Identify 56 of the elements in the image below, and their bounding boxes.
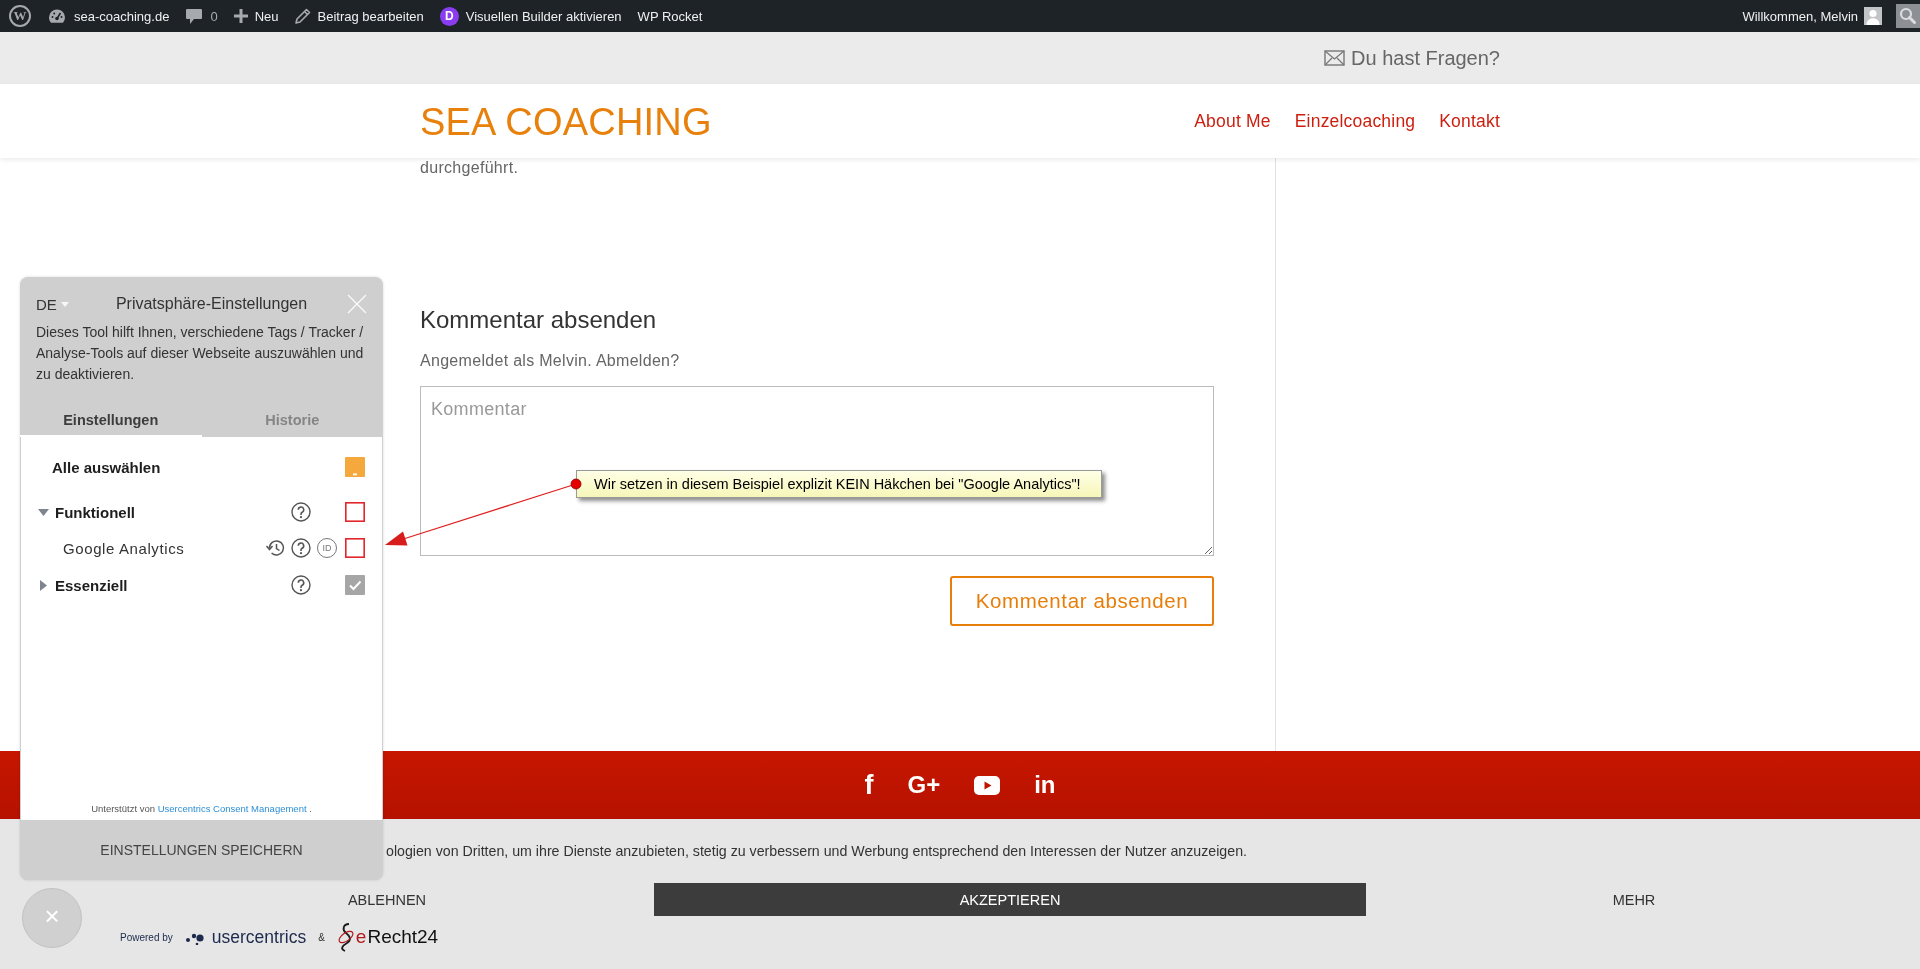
text-button[interactable]: MEHR [1366,883,1902,916]
nav-link[interactable]: Einzelcoaching [1294,110,1416,132]
help-icon[interactable] [291,538,311,558]
contact-link[interactable]: Du hast Fragen? [1324,46,1500,70]
panel-title: Privatsphäre-Einstellungen [114,294,309,314]
annotation-callout: Wir setzen in diesem Beispiel explizit KEIN Häkchen bei "Google Analytics"! [576,470,1102,498]
language-dropdown[interactable]: DE [36,295,69,313]
social-link[interactable]: G+ [907,773,941,797]
video-play-icon[interactable] [974,775,1001,795]
comments-link[interactable]: 0 [177,0,226,32]
nav-link[interactable]: About Me [1194,110,1271,132]
history-icon[interactable] [265,538,286,558]
avatar-icon [1864,7,1882,25]
partner-logo-link[interactable]: eRecht24 [336,922,439,952]
accept-button[interactable]: AKZEPTIEREN [654,883,1366,916]
logo-button[interactable]: W [9,5,31,27]
menu-link[interactable]: WP Rocket [629,0,711,32]
select-all-label: Alle auswählen [52,458,161,476]
consent-text: ologien von Dritten, um ihre Dienste anzubieten, stetig zu verbessern und Werbung entsprechend den Interessen der Nutzer anzuzeigen. [386,843,1247,859]
comment-heading: Kommentar absenden [420,305,657,335]
powered-by-text: Unterstützt von Usercentrics Consent Management . [90,803,313,816]
id-button[interactable]: ID [317,538,337,558]
body-text: durchgeführt. [420,158,519,177]
ampersand-text: & [318,931,325,943]
category-label: Essenziell [55,576,128,594]
pencil-icon [294,8,311,24]
plus-icon [233,9,248,23]
partner-logo-link[interactable]: usercentrics [184,926,307,948]
panel-description: Dieses Tool hilft Ihnen, verschiedene Tags / Tracker / Analyse-Tools auf dieser Webseite auszuwählen und zu deaktivieren. [36,323,365,384]
caret-icon[interactable] [38,508,49,516]
site-link[interactable]: sea-coaching.de [39,0,178,32]
new-content-link[interactable]: Neu [225,0,287,32]
account-link[interactable]: Willkommen, Melvin [1734,0,1896,32]
swirl-logo-icon [336,922,355,952]
save-settings-button[interactable]: EINSTELLUNGEN SPEICHERN [20,820,383,880]
category-label: Funktionell [55,503,135,521]
service-label: Google Analytics [63,539,185,557]
social-link[interactable]: f [864,771,874,799]
checkbox[interactable] [345,502,365,522]
edit-post-link[interactable]: Beitrag bearbeiten [286,0,432,32]
builder-link[interactable]: D Visuellen Builder aktivieren [431,0,630,32]
checkbox[interactable] [345,457,365,477]
nav-link[interactable]: Kontakt [1439,110,1500,132]
builder-logo: D [439,6,459,26]
search-icon[interactable] [1896,4,1920,28]
login-status-text: Angemeldet als Melvin. Abmelden? [420,351,680,371]
text-button[interactable]: ABLEHNEN [120,883,654,916]
help-icon[interactable] [291,502,311,522]
mail-icon [1324,50,1345,66]
social-link[interactable]: in [1034,773,1056,797]
consent-management-link[interactable]: Usercentrics Consent Management [157,803,307,814]
help-icon[interactable] [291,575,311,595]
checkbox[interactable] [345,538,365,558]
caret-icon [60,301,69,307]
speech-bubble-icon [185,7,204,25]
powered-by-label: Powered by [120,931,173,943]
